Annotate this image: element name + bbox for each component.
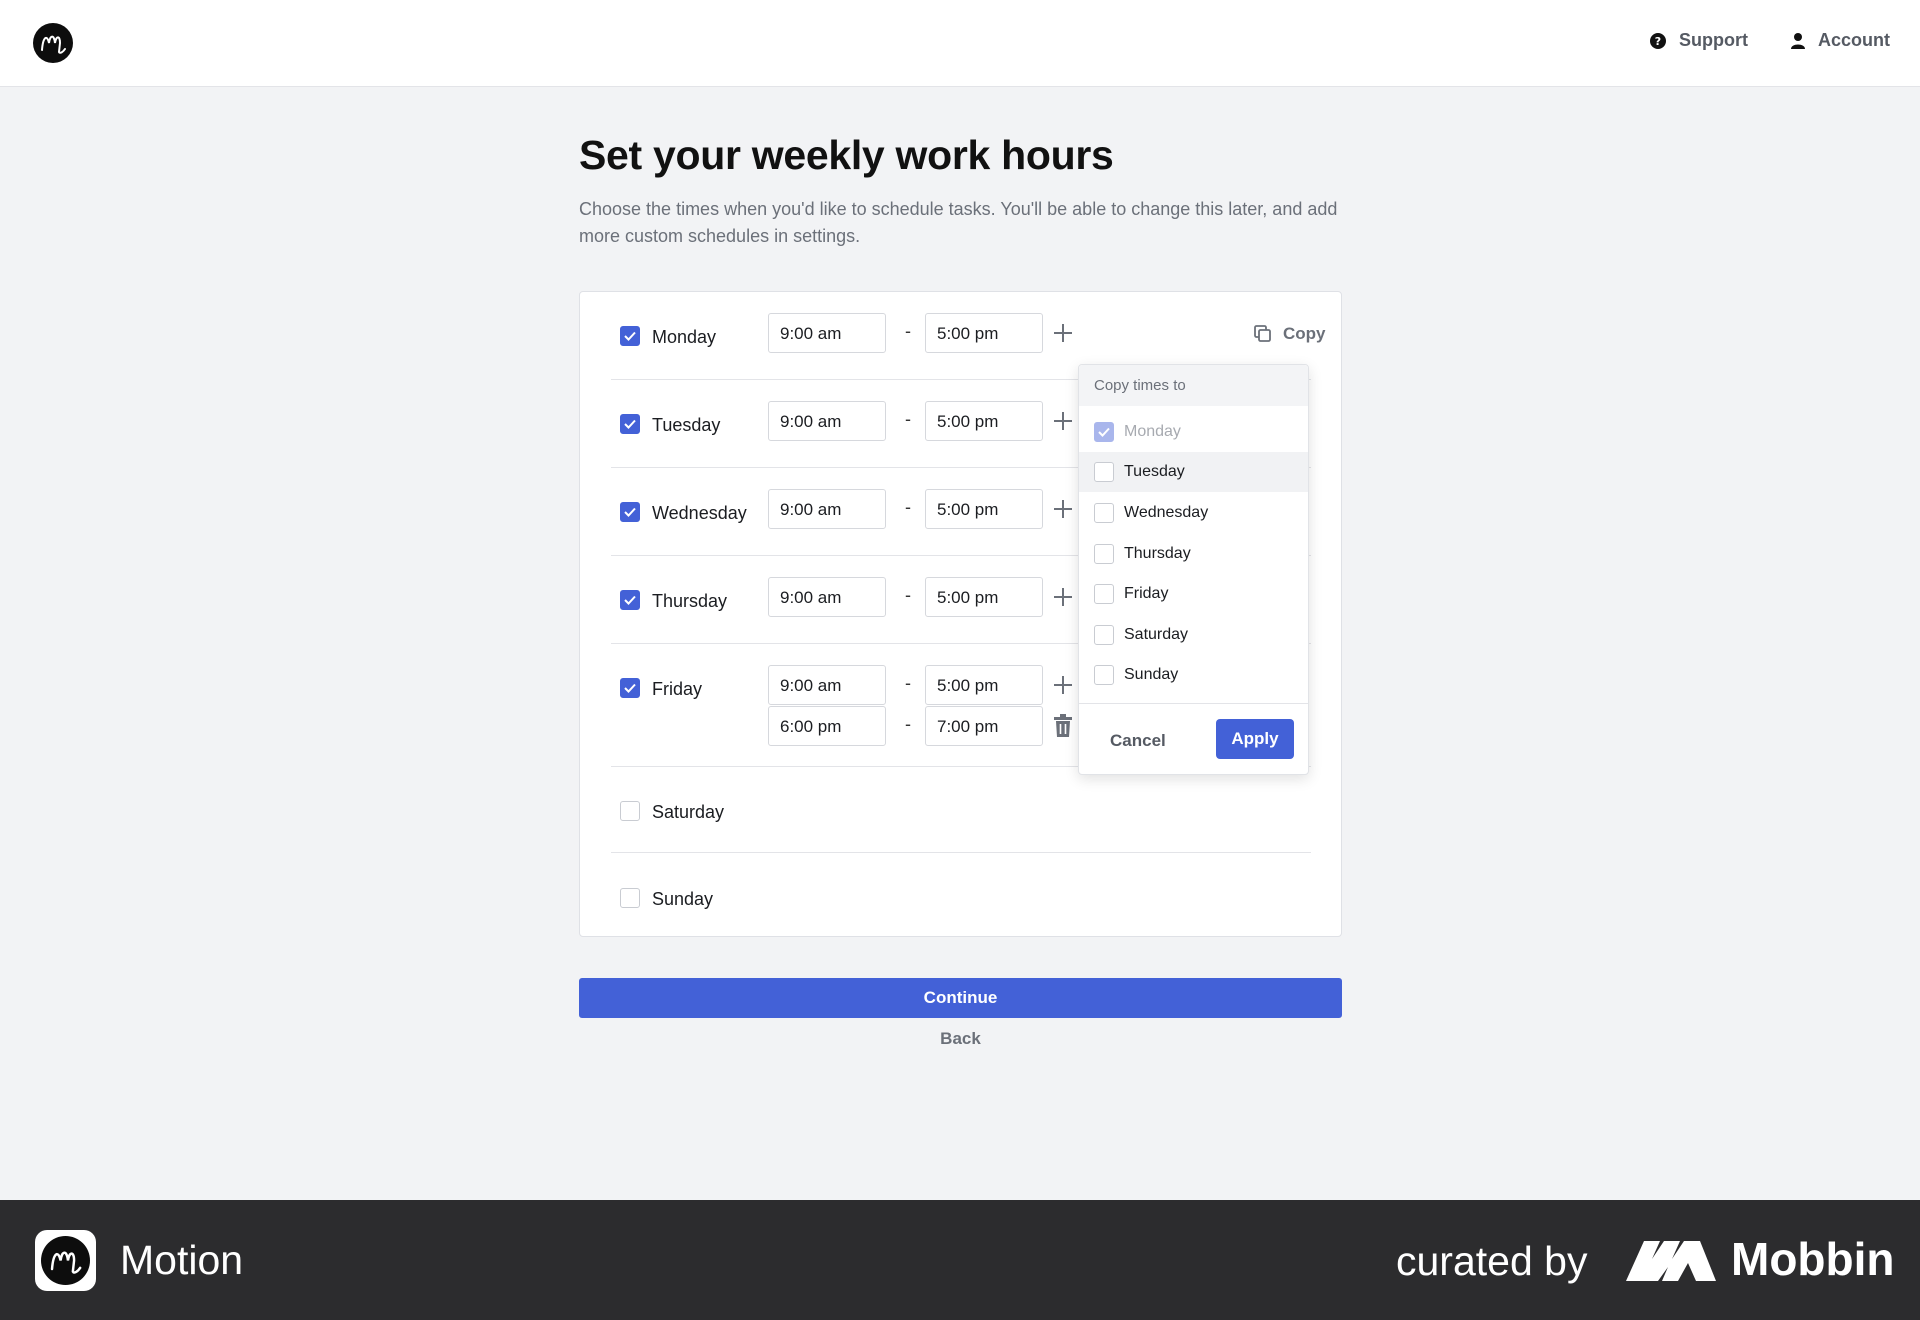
copy-option-label: Sunday <box>1124 666 1179 683</box>
copy-option-label: Monday <box>1124 423 1181 440</box>
dropdown-heading: Copy times to <box>1079 365 1308 406</box>
copy-friday-checkbox[interactable] <box>1094 584 1114 604</box>
thursday-checkbox[interactable] <box>620 590 640 610</box>
motion-app-icon <box>35 1230 96 1291</box>
account-link[interactable]: Account <box>1790 30 1890 51</box>
add-slot-plus-icon[interactable] <box>1052 586 1074 608</box>
copy-option-sunday[interactable]: Sunday <box>1079 655 1308 695</box>
tuesday-checkbox[interactable] <box>620 414 640 434</box>
time-separator: - <box>905 497 911 517</box>
continue-button[interactable]: Continue <box>579 978 1342 1018</box>
wednesday-checkbox[interactable] <box>620 502 640 522</box>
checkmark-icon <box>624 507 636 517</box>
copy-option-wednesday[interactable]: Wednesday <box>1079 493 1308 533</box>
start-time-input[interactable]: 9:00 am <box>768 401 886 441</box>
copy-tuesday-checkbox[interactable] <box>1094 462 1114 482</box>
mobbin-logo-icon <box>1626 1241 1716 1281</box>
copy-wednesday-checkbox[interactable] <box>1094 503 1114 523</box>
start-time-input[interactable]: 9:00 am <box>768 665 886 705</box>
start-time-input[interactable]: 9:00 am <box>768 577 886 617</box>
time-separator: - <box>905 714 911 734</box>
sunday-checkbox[interactable] <box>620 888 640 908</box>
app-name: Motion <box>120 1237 244 1283</box>
monday-checkbox[interactable] <box>620 326 640 346</box>
copy-monday-checkbox <box>1094 422 1114 442</box>
end-time-input[interactable]: 5:00 pm <box>925 313 1043 353</box>
copy-option-friday[interactable]: Friday <box>1079 574 1308 614</box>
day-label: Tuesday <box>652 415 721 435</box>
copy-option-label: Friday <box>1124 585 1169 602</box>
copy-option-thursday[interactable]: Thursday <box>1079 534 1308 574</box>
svg-text:?: ? <box>1655 35 1661 48</box>
day-row-sunday: Sunday <box>611 853 1311 937</box>
start-time-input[interactable]: 9:00 am <box>768 313 886 353</box>
mobbin-wordmark: Mobbin <box>1731 1233 1895 1285</box>
cancel-button[interactable]: Cancel <box>1110 731 1166 751</box>
day-label: Saturday <box>652 802 725 822</box>
copy-option-label: Wednesday <box>1124 504 1209 521</box>
checkmark-icon <box>624 683 636 693</box>
apply-button[interactable]: Apply <box>1216 719 1294 759</box>
day-label: Sunday <box>652 889 714 909</box>
day-label: Monday <box>652 327 717 347</box>
copy-option-tuesday[interactable]: Tuesday <box>1079 452 1308 492</box>
time-separator: - <box>905 673 911 693</box>
start-time-input[interactable]: 6:00 pm <box>768 706 886 746</box>
add-slot-plus-icon[interactable] <box>1052 498 1074 520</box>
top-bar: ? Support Account <box>0 0 1920 87</box>
copy-times-dropdown: Copy times to Monday Tuesday Wednesday T… <box>1078 364 1309 775</box>
copy-label: Copy <box>1283 324 1326 343</box>
time-separator: - <box>905 409 911 429</box>
account-label: Account <box>1818 30 1890 50</box>
copy-option-label: Thursday <box>1124 545 1191 562</box>
start-time-input[interactable]: 9:00 am <box>768 489 886 529</box>
back-link[interactable]: Back <box>579 1029 1342 1049</box>
end-time-input[interactable]: 5:00 pm <box>925 401 1043 441</box>
copy-option-label: Saturday <box>1124 626 1189 643</box>
day-row-saturday: Saturday <box>611 767 1311 853</box>
page-subtitle: Choose the times when you'd like to sche… <box>579 199 1338 246</box>
day-label: Friday <box>652 679 703 699</box>
page-title: Set your weekly work hours <box>579 132 1114 178</box>
copy-option-label: Tuesday <box>1124 463 1185 480</box>
footer-banner: Motion curated by Mobbin <box>0 1200 1920 1320</box>
checkmark-icon <box>624 331 636 341</box>
help-circle-icon: ? <box>1650 32 1666 49</box>
header-nav: ? Support Account <box>1607 30 1890 51</box>
end-time-input[interactable]: 5:00 pm <box>925 665 1043 705</box>
end-time-input[interactable]: 7:00 pm <box>925 706 1043 746</box>
support-link[interactable]: ? Support <box>1649 30 1748 51</box>
checkmark-icon <box>624 595 636 605</box>
copy-saturday-checkbox[interactable] <box>1094 625 1114 645</box>
day-label: Thursday <box>652 591 728 611</box>
curated-by-text: curated by <box>1396 1238 1588 1284</box>
copy-thursday-checkbox[interactable] <box>1094 544 1114 564</box>
add-slot-plus-icon[interactable] <box>1052 322 1074 344</box>
support-label: Support <box>1679 30 1748 50</box>
copy-times-button[interactable]: Copy <box>1253 324 1326 344</box>
copy-option-saturday[interactable]: Saturday <box>1079 615 1308 655</box>
motion-logo-icon[interactable] <box>33 23 73 63</box>
copy-sunday-checkbox[interactable] <box>1094 665 1114 685</box>
dropdown-divider <box>1079 703 1308 704</box>
friday-checkbox[interactable] <box>620 678 640 698</box>
delete-slot-trash-icon[interactable] <box>1052 714 1074 738</box>
end-time-input[interactable]: 5:00 pm <box>925 489 1043 529</box>
checkmark-icon <box>624 419 636 429</box>
add-slot-plus-icon[interactable] <box>1052 674 1074 696</box>
add-slot-plus-icon[interactable] <box>1052 410 1074 432</box>
user-icon <box>1791 32 1805 49</box>
time-separator: - <box>905 321 911 341</box>
copy-icon <box>1254 325 1271 342</box>
day-label: Wednesday <box>652 503 747 523</box>
copy-option-monday: Monday <box>1079 412 1308 452</box>
saturday-checkbox[interactable] <box>620 801 640 821</box>
checkmark-icon <box>1098 427 1110 437</box>
time-separator: - <box>905 585 911 605</box>
end-time-input[interactable]: 5:00 pm <box>925 577 1043 617</box>
